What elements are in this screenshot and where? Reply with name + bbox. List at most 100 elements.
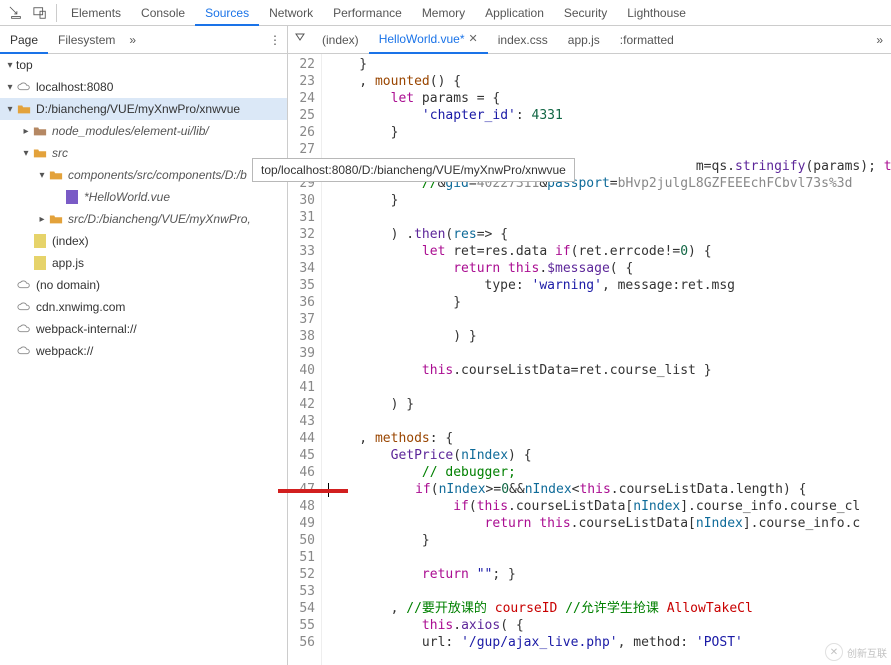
code-line[interactable]: let params = { xyxy=(328,90,891,107)
line-number[interactable]: 48 xyxy=(288,498,315,515)
navigator-tabs-more-icon[interactable]: » xyxy=(129,33,136,47)
tab-application[interactable]: Application xyxy=(475,0,554,26)
code-line[interactable]: type: 'warning', message:ret.msg xyxy=(328,277,891,294)
code-line[interactable]: } xyxy=(328,532,891,549)
tab-security[interactable]: Security xyxy=(554,0,617,26)
line-number[interactable]: 33 xyxy=(288,243,315,260)
code-line[interactable]: return ""; } xyxy=(328,566,891,583)
code-line[interactable]: return this.$message( { xyxy=(328,260,891,277)
line-number[interactable]: 36 xyxy=(288,294,315,311)
line-number[interactable]: 25 xyxy=(288,107,315,124)
line-number[interactable]: 46 xyxy=(288,464,315,481)
chevron-down-icon[interactable]: ▾ xyxy=(20,148,32,159)
tab-elements[interactable]: Elements xyxy=(61,0,131,26)
tab-performance[interactable]: Performance xyxy=(323,0,412,26)
code-line[interactable]: let ret=res.data if(ret.errcode!=0) { xyxy=(328,243,891,260)
code-line[interactable]: url: '/gup/ajax_live.php', method: 'POST… xyxy=(328,634,891,651)
tab-console[interactable]: Console xyxy=(131,0,195,26)
chevron-down-icon[interactable]: ▾ xyxy=(4,104,16,115)
line-number[interactable]: 42 xyxy=(288,396,315,413)
line-number[interactable]: 26 xyxy=(288,124,315,141)
code-line[interactable]: , //要开放课的 courseID //允许学生抢课 AllowTakeCl xyxy=(328,600,891,617)
tree-item[interactable]: *HelloWorld.vue xyxy=(0,186,287,208)
line-number[interactable]: 50 xyxy=(288,532,315,549)
code-line[interactable]: ) .then(res=> { xyxy=(328,226,891,243)
file-tab-helloworld[interactable]: HelloWorld.vue* ✕ xyxy=(369,26,488,54)
code-line[interactable] xyxy=(328,345,891,362)
line-number[interactable]: 22 xyxy=(288,56,315,73)
navigator-tab-filesystem[interactable]: Filesystem xyxy=(48,26,125,54)
line-number[interactable]: 34 xyxy=(288,260,315,277)
line-number[interactable]: 54 xyxy=(288,600,315,617)
code-line[interactable]: this.axios( { xyxy=(328,617,891,634)
line-number[interactable]: 52 xyxy=(288,566,315,583)
code-line[interactable] xyxy=(328,141,891,158)
code-line[interactable]: } xyxy=(328,124,891,141)
tree-item[interactable]: ▾src xyxy=(0,142,287,164)
file-navigator[interactable]: ▾top▾localhost:8080▾D:/biancheng/VUE/myX… xyxy=(0,54,288,665)
inspect-icon[interactable] xyxy=(4,1,28,25)
file-tab-index[interactable]: (index) xyxy=(312,26,369,54)
file-tab-appjs[interactable]: app.js xyxy=(558,26,610,54)
chevron-right-icon[interactable]: ▸ xyxy=(36,214,48,225)
code-line[interactable] xyxy=(328,583,891,600)
file-tabs-more-icon[interactable]: » xyxy=(868,33,891,47)
file-tab-indexcss[interactable]: index.css xyxy=(488,26,558,54)
line-number[interactable]: 55 xyxy=(288,617,315,634)
code-line[interactable]: this.courseListData=ret.course_list } xyxy=(328,362,891,379)
tree-item[interactable]: webpack:// xyxy=(0,340,287,362)
line-number[interactable]: 53 xyxy=(288,583,315,600)
line-number[interactable]: 38 xyxy=(288,328,315,345)
line-number[interactable]: 56 xyxy=(288,634,315,651)
line-number[interactable]: 45 xyxy=(288,447,315,464)
code-line[interactable] xyxy=(328,379,891,396)
code-line[interactable]: } xyxy=(328,56,891,73)
line-number[interactable]: 49 xyxy=(288,515,315,532)
chevron-down-icon[interactable]: ▾ xyxy=(36,170,48,181)
file-tab-formatted[interactable]: :formatted xyxy=(610,26,684,54)
code-line[interactable] xyxy=(328,209,891,226)
line-number[interactable]: 41 xyxy=(288,379,315,396)
tree-item[interactable]: ▾localhost:8080 xyxy=(0,76,287,98)
tree-item[interactable]: (index) xyxy=(0,230,287,252)
code-line[interactable]: ) } xyxy=(328,396,891,413)
code-line[interactable]: if(nIndex>=0&&nIndex<this.courseListData… xyxy=(328,481,891,498)
tree-item[interactable]: ▾D:/biancheng/VUE/myXnwPro/xnwvue xyxy=(0,98,287,120)
tree-item[interactable]: ▾top xyxy=(0,54,287,76)
code-line[interactable] xyxy=(328,413,891,430)
line-number[interactable]: 32 xyxy=(288,226,315,243)
tree-item[interactable]: ▾components/src/components/D:/b xyxy=(0,164,287,186)
close-icon[interactable]: ✕ xyxy=(469,26,478,53)
line-number[interactable]: 51 xyxy=(288,549,315,566)
code-line[interactable]: , methods: { xyxy=(328,430,891,447)
code-line[interactable]: // debugger; xyxy=(328,464,891,481)
tab-sources[interactable]: Sources xyxy=(195,0,259,26)
line-number[interactable]: 24 xyxy=(288,90,315,107)
code-line[interactable]: } xyxy=(328,192,891,209)
tree-item[interactable]: ▸node_modules/element-ui/lib/ xyxy=(0,120,287,142)
tab-memory[interactable]: Memory xyxy=(412,0,475,26)
code-line[interactable] xyxy=(328,311,891,328)
code-line[interactable] xyxy=(328,549,891,566)
chevron-right-icon[interactable]: ▸ xyxy=(20,126,32,137)
tree-item[interactable]: (no domain) xyxy=(0,274,287,296)
code-line[interactable]: , mounted() { xyxy=(328,73,891,90)
navigator-menu-icon[interactable]: ⋮ xyxy=(263,33,287,47)
line-number[interactable]: 40 xyxy=(288,362,315,379)
code-editor[interactable]: 2223242526272829303132333435363738394041… xyxy=(288,54,891,665)
code-line[interactable]: 'chapter_id': 4331 xyxy=(328,107,891,124)
line-number[interactable]: 35 xyxy=(288,277,315,294)
tree-item[interactable]: app.js xyxy=(0,252,287,274)
tree-item[interactable]: cdn.xnwimg.com xyxy=(0,296,287,318)
line-number[interactable]: 43 xyxy=(288,413,315,430)
code-line[interactable]: return this.courseListData[nIndex].cours… xyxy=(328,515,891,532)
line-number[interactable]: 31 xyxy=(288,209,315,226)
tree-item[interactable]: webpack-internal:// xyxy=(0,318,287,340)
code-body[interactable]: } , mounted() { let params = { 'chapter_… xyxy=(322,54,891,665)
device-toggle-icon[interactable] xyxy=(28,1,52,25)
line-number[interactable]: 37 xyxy=(288,311,315,328)
line-number[interactable]: 27 xyxy=(288,141,315,158)
code-line[interactable]: if(this.courseListData[nIndex].course_in… xyxy=(328,498,891,515)
chevron-down-icon[interactable]: ▾ xyxy=(4,60,16,71)
navigator-tab-page[interactable]: Page xyxy=(0,26,48,54)
